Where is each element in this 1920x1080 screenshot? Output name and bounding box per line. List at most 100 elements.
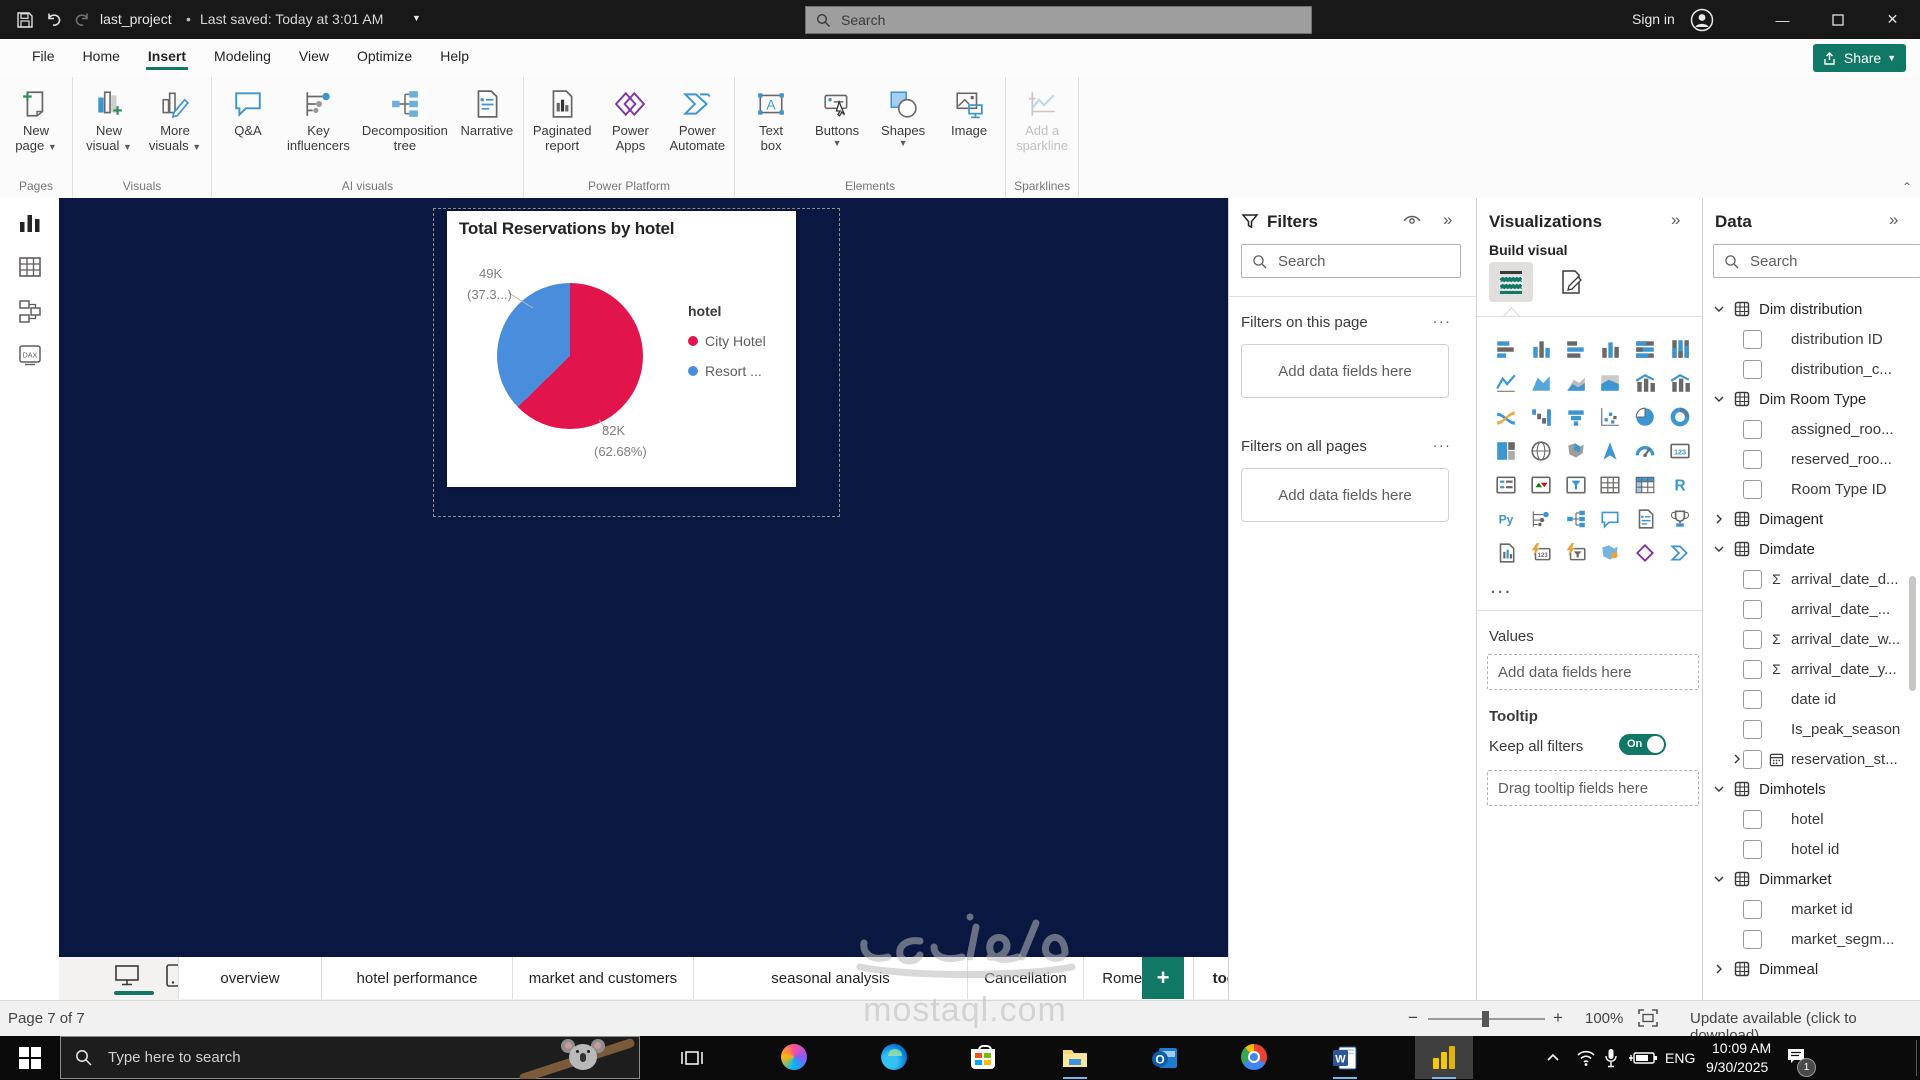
new-page-tab-button[interactable]: + [1142, 957, 1184, 999]
line-and-stacked-column-chart-icon[interactable] [1628, 366, 1663, 400]
wifi-icon[interactable] [1576, 1049, 1596, 1067]
page-tab-hotel-performance[interactable]: hotel performance [322, 957, 513, 999]
stacked-column-chart-icon[interactable] [1524, 332, 1559, 366]
field-checkbox[interactable] [1743, 570, 1762, 589]
new-card-icon[interactable]: 123 [1524, 536, 1559, 570]
values-dropzone[interactable]: Add data fields here [1487, 654, 1699, 690]
field-checkbox[interactable] [1743, 750, 1762, 769]
tray-expand-icon[interactable] [1545, 1050, 1561, 1066]
shapes-button[interactable]: Shapes▼ [871, 85, 935, 150]
menu-tab-optimize[interactable]: Optimize [343, 39, 426, 72]
field-item-hotel-id[interactable]: hotel id [1703, 834, 1920, 864]
text-box-button[interactable]: A Textbox [739, 85, 803, 155]
battery-icon[interactable] [1628, 1051, 1658, 1065]
r-script-icon[interactable]: R [1662, 468, 1697, 502]
chevron-down-icon[interactable] [1713, 543, 1725, 555]
filters-search-input[interactable] [1276, 252, 1430, 271]
qa-visual-icon[interactable] [1593, 502, 1628, 536]
funnel-chart-icon[interactable] [1558, 400, 1593, 434]
field-item-distribution-id[interactable]: distribution ID [1703, 324, 1920, 354]
key-influencers-icon[interactable] [1524, 502, 1559, 536]
field-item-arrival-date-w-[interactable]: Σarrival_date_w... [1703, 624, 1920, 654]
menu-tab-home[interactable]: Home [69, 39, 134, 72]
field-checkbox[interactable] [1743, 630, 1762, 649]
paginated-report-icon[interactable] [1489, 536, 1524, 570]
chevron-down-icon[interactable] [1713, 873, 1725, 885]
chevron-down-icon[interactable] [1713, 303, 1725, 315]
menu-tab-insert[interactable]: Insert [134, 39, 200, 72]
taskbar-search[interactable] [60, 1036, 640, 1079]
table-item-dimhotels[interactable]: Dimhotels [1703, 774, 1920, 804]
field-checkbox[interactable] [1743, 330, 1762, 349]
new-slicer-icon[interactable] [1558, 536, 1593, 570]
map-icon[interactable] [1524, 434, 1559, 468]
microsoft-store-icon[interactable] [971, 1044, 999, 1072]
field-item-reservation-st-[interactable]: reservation_st... [1703, 744, 1920, 774]
report-view-icon[interactable] [17, 210, 43, 236]
edge-icon[interactable] [881, 1044, 909, 1072]
field-item-hotel[interactable]: hotel [1703, 804, 1920, 834]
eye-icon[interactable] [1403, 214, 1421, 228]
minimize-button[interactable]: — [1755, 0, 1810, 39]
dax-query-view-icon[interactable]: DAX [17, 342, 43, 368]
collapse-data-icon[interactable]: » [1889, 210, 1898, 230]
clock-date[interactable]: 9/30/2025 [1706, 1059, 1768, 1075]
save-icon[interactable] [16, 11, 34, 29]
power-bi-icon[interactable] [1430, 1044, 1458, 1072]
clustered-bar-chart-icon[interactable] [1558, 332, 1593, 366]
file-explorer-icon[interactable] [1061, 1044, 1089, 1072]
field-checkbox[interactable] [1743, 720, 1762, 739]
chevron-down-icon[interactable] [1713, 393, 1725, 405]
gauge-icon[interactable] [1628, 434, 1663, 468]
page-tab-cancellation[interactable]: Cancellation [968, 957, 1084, 999]
multi-row-card-icon[interactable] [1489, 468, 1524, 502]
power-automate-button[interactable]: PowerAutomate [664, 85, 730, 155]
more-visuals-button[interactable]: Morevisuals ▼ [143, 85, 207, 157]
field-item-reserved-roo-[interactable]: reserved_roo... [1703, 444, 1920, 474]
copilot-icon[interactable] [781, 1044, 809, 1072]
field-checkbox[interactable] [1743, 930, 1762, 949]
pie-chart-icon[interactable] [1628, 400, 1663, 434]
field-item-distribution-c-[interactable]: distribution_c... [1703, 354, 1920, 384]
start-button[interactable] [18, 1046, 42, 1070]
100-stacked-bar-chart-icon[interactable] [1628, 332, 1663, 366]
get-more-visuals-icon[interactable]: ... [1491, 580, 1513, 597]
ribbon-chart-icon[interactable] [1489, 400, 1524, 434]
card-icon[interactable]: 123 [1662, 434, 1697, 468]
zoom-slider-thumb[interactable] [1482, 1011, 1489, 1027]
model-view-icon[interactable] [17, 298, 43, 324]
table-item-dimagent[interactable]: Dimagent [1703, 504, 1920, 534]
metrics-icon[interactable] [1662, 502, 1697, 536]
outlook-icon[interactable]: O [1151, 1044, 1179, 1072]
data-search[interactable] [1713, 244, 1920, 278]
power-automate-icon[interactable] [1662, 536, 1697, 570]
field-checkbox[interactable] [1743, 360, 1762, 379]
matrix-icon[interactable] [1628, 468, 1663, 502]
area-chart-icon[interactable] [1524, 366, 1559, 400]
pie-chart-visual[interactable]: Total Reservations by hotel 49K (37.3...… [447, 211, 796, 487]
table-view-icon[interactable] [17, 254, 43, 280]
close-button[interactable]: ✕ [1865, 0, 1920, 39]
collapse-filters-icon[interactable]: » [1443, 210, 1452, 230]
stacked-bar-chart-icon[interactable] [1489, 332, 1524, 366]
table-item-dim-room-type[interactable]: Dim Room Type [1703, 384, 1920, 414]
donut-chart-icon[interactable] [1662, 400, 1697, 434]
decomposition-tree-button[interactable]: Decompositiontree [357, 85, 453, 155]
chevron-down-icon[interactable] [1713, 783, 1725, 795]
field-checkbox[interactable] [1743, 690, 1762, 709]
field-checkbox[interactable] [1743, 600, 1762, 619]
chevron-right-icon[interactable] [1731, 753, 1743, 765]
fit-to-page-icon[interactable] [1638, 1009, 1658, 1027]
format-visual-tab[interactable] [1549, 262, 1593, 302]
word-icon[interactable]: W [1331, 1044, 1359, 1072]
field-checkbox[interactable] [1743, 810, 1762, 829]
stacked-area-chart-icon[interactable] [1558, 366, 1593, 400]
field-item-market-id[interactable]: market id [1703, 894, 1920, 924]
new-page-button[interactable]: Newpage ▼ [4, 85, 68, 157]
field-checkbox[interactable] [1743, 480, 1762, 499]
qa-button[interactable]: Q&A [216, 85, 280, 140]
image-button[interactable]: Image [937, 85, 1001, 140]
field-item-date-id[interactable]: date id [1703, 684, 1920, 714]
legend-item-city-hotel[interactable]: City Hotel [688, 333, 766, 349]
shape-map-icon[interactable] [1593, 536, 1628, 570]
